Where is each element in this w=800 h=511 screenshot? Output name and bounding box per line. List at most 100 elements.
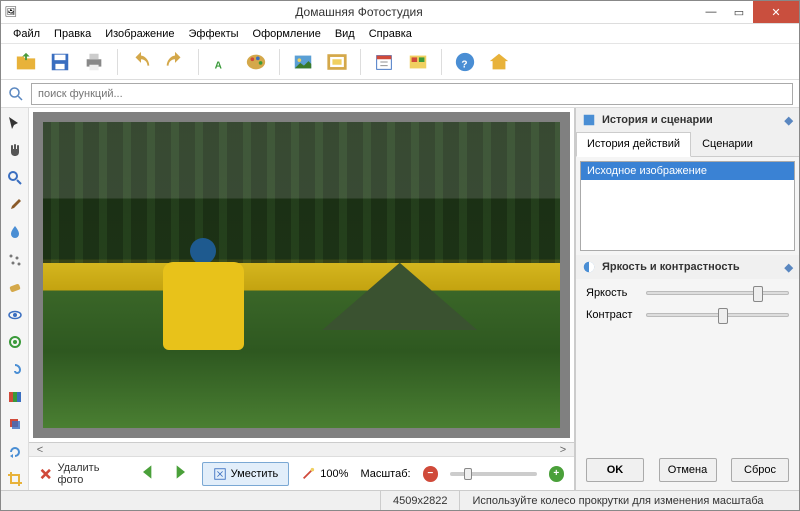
calendar-button[interactable] — [369, 47, 399, 77]
palette-icon — [245, 51, 267, 73]
brightness-slider[interactable] — [646, 291, 789, 295]
tool-clone[interactable] — [4, 331, 26, 352]
crop-icon — [7, 471, 23, 487]
image1-button[interactable] — [288, 47, 318, 77]
zoom-in-button[interactable]: + — [549, 466, 564, 482]
tool-layers[interactable] — [4, 414, 26, 435]
history-list[interactable]: Исходное изображение — [580, 161, 795, 251]
contrast-slider-thumb[interactable] — [718, 308, 728, 324]
collapse-bc-icon[interactable]: ◆ — [785, 261, 793, 274]
hand-icon — [7, 142, 23, 158]
undo-button[interactable] — [126, 47, 156, 77]
search-row — [1, 80, 799, 108]
print-button[interactable] — [79, 47, 109, 77]
eraser-icon — [7, 279, 23, 295]
menu-file[interactable]: Файл — [7, 26, 46, 42]
ok-button[interactable]: OK — [586, 458, 644, 482]
reset-button[interactable]: Сброс — [731, 458, 789, 482]
bottom-bar: Удалить фото Уместить 100% Масштаб: − + — [29, 456, 574, 490]
tool-drop[interactable] — [4, 222, 26, 243]
person-figure — [136, 238, 270, 385]
floppy-icon — [49, 51, 71, 73]
open-button[interactable] — [11, 47, 41, 77]
tool-crop[interactable] — [4, 468, 26, 489]
cancel-button[interactable]: Отмена — [659, 458, 717, 482]
menu-image[interactable]: Изображение — [99, 26, 180, 42]
noise-icon — [7, 252, 23, 268]
brush-icon — [7, 197, 23, 213]
tool-noise[interactable] — [4, 249, 26, 270]
next-image-button[interactable] — [170, 462, 190, 485]
tool-hand[interactable] — [4, 139, 26, 160]
clone-icon — [7, 334, 23, 350]
menu-effects[interactable]: Эффекты — [183, 26, 245, 42]
fit-button[interactable]: Уместить — [202, 462, 290, 486]
window-title: Домашняя Фотостудия — [21, 5, 697, 19]
save-button[interactable] — [45, 47, 75, 77]
menu-edit[interactable]: Правка — [48, 26, 97, 42]
collage-button[interactable] — [403, 47, 433, 77]
zoom-slider-thumb[interactable] — [464, 468, 472, 480]
prev-image-button[interactable] — [138, 462, 158, 485]
tool-brush[interactable] — [4, 194, 26, 215]
tool-eye[interactable] — [4, 304, 26, 325]
frame-button[interactable] — [322, 47, 352, 77]
printer-icon — [83, 51, 105, 73]
palette-button[interactable] — [241, 47, 271, 77]
menu-decoration[interactable]: Оформление — [247, 26, 327, 42]
redo-button[interactable] — [160, 47, 190, 77]
menubar: Файл Правка Изображение Эффекты Оформлен… — [1, 24, 799, 44]
brightness-slider-thumb[interactable] — [753, 286, 763, 302]
tool-rotate[interactable] — [4, 441, 26, 462]
text-icon: A — [211, 51, 233, 73]
history-panel-header: История и сценарии ◆ — [576, 108, 799, 132]
close-button[interactable]: ✕ — [753, 1, 799, 23]
text-button[interactable]: A — [207, 47, 237, 77]
zoom-slider[interactable] — [450, 472, 537, 476]
delete-photo-label: Удалить фото — [57, 462, 125, 486]
redo-icon — [164, 51, 186, 73]
tab-history[interactable]: История действий — [576, 132, 691, 157]
tab-scenarios[interactable]: Сценарии — [691, 132, 764, 156]
horizontal-scrollbar[interactable]: <> — [29, 442, 574, 456]
image-canvas[interactable] — [33, 112, 570, 438]
menu-help[interactable]: Справка — [363, 26, 418, 42]
tool-eraser[interactable] — [4, 277, 26, 298]
history-panel-title: История и сценарии — [602, 114, 713, 126]
minimize-button[interactable]: — — [697, 1, 725, 23]
eye-icon — [7, 307, 23, 323]
tool-pointer[interactable] — [4, 112, 26, 133]
contrast-slider[interactable] — [646, 313, 789, 317]
zoom-out-button[interactable]: − — [423, 466, 438, 482]
rotate-icon — [7, 444, 23, 460]
picture-icon — [292, 51, 314, 73]
bc-button-row: OK Отмена Сброс — [576, 450, 799, 490]
contrast-label: Контраст — [586, 309, 638, 321]
bc-panel-title: Яркость и контрастность — [602, 261, 740, 273]
help-button[interactable]: ? — [450, 47, 480, 77]
home-icon — [488, 51, 510, 73]
status-hint: Используйте колесо прокрутки для изменен… — [460, 491, 799, 510]
tent-figure — [322, 263, 477, 330]
layers-icon — [7, 416, 23, 432]
scale-label: Масштаб: — [360, 468, 410, 480]
tool-strip — [1, 108, 29, 490]
tool-rgb[interactable] — [4, 386, 26, 407]
tool-swirl[interactable] — [4, 359, 26, 380]
tool-zoom[interactable] — [4, 167, 26, 188]
home-button[interactable] — [484, 47, 514, 77]
zoom-100-button[interactable]: 100% — [301, 467, 348, 481]
magnifier-icon — [7, 170, 23, 186]
brightness-label: Яркость — [586, 287, 638, 299]
maximize-button[interactable]: ▭ — [725, 1, 753, 23]
canvas-area: <> Удалить фото Уместить 100% Масштаб: −… — [29, 108, 575, 490]
collapse-history-icon[interactable]: ◆ — [785, 114, 793, 127]
svg-text:?: ? — [461, 59, 467, 70]
fit-icon — [213, 467, 227, 481]
search-input[interactable] — [31, 83, 793, 105]
menu-view[interactable]: Вид — [329, 26, 361, 42]
frame-icon — [326, 51, 348, 73]
delete-photo-button[interactable]: Удалить фото — [39, 462, 126, 486]
trees-bg — [43, 122, 560, 263]
history-item[interactable]: Исходное изображение — [581, 162, 794, 180]
